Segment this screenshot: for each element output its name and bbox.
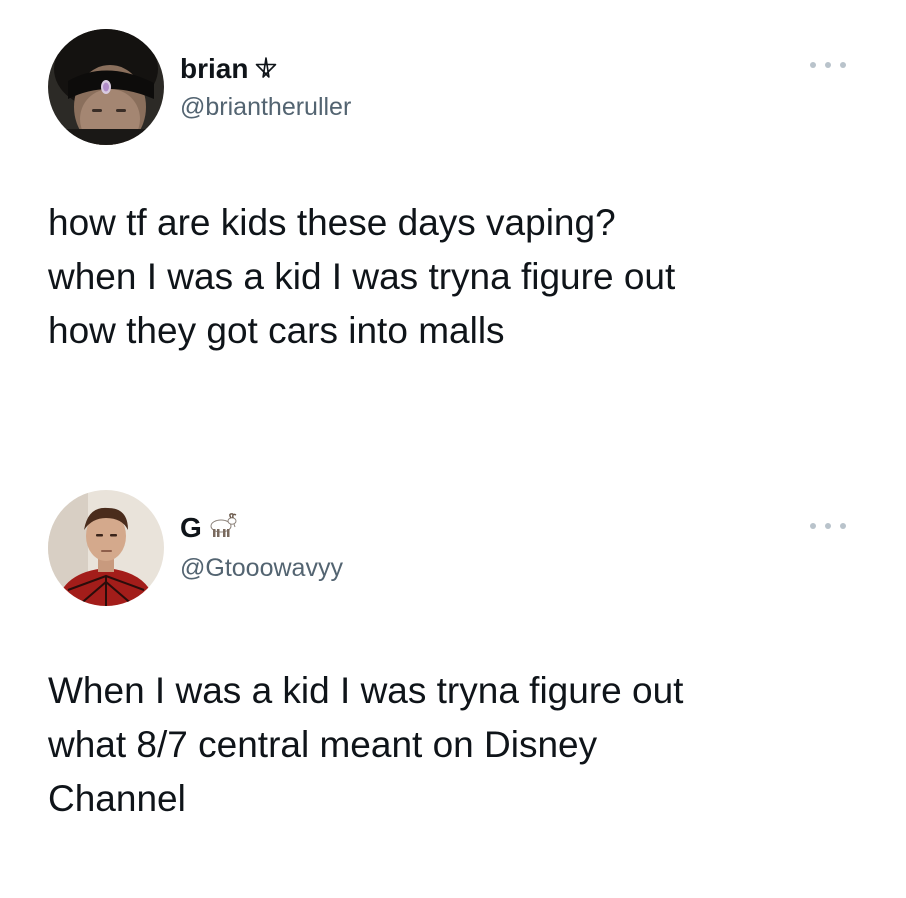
more-dot — [825, 523, 831, 529]
tweet-text-line: When I was a kid I was tryna figure out — [48, 670, 684, 711]
avatar[interactable] — [48, 29, 164, 145]
tweet-text-line: how tf are kids these days vaping? — [48, 202, 616, 243]
display-name-row: brian — [180, 53, 278, 87]
tweet-text-line: what 8/7 central meant on Disney — [48, 724, 598, 765]
more-dot — [810, 523, 816, 529]
tweet-text: When I was a kid I was tryna figure out … — [48, 664, 868, 826]
more-dot — [840, 523, 846, 529]
user-handle[interactable]: @Gtooowavyy — [180, 553, 343, 583]
tweet: G @Gtooowavyy When I was a kid I was try… — [0, 450, 906, 898]
tweet-text-line: Channel — [48, 778, 186, 819]
display-name-row: G — [180, 512, 238, 546]
tweet: brian @briantheruller how tf are kids th… — [0, 0, 906, 450]
display-name[interactable]: brian — [180, 53, 248, 84]
goat-icon — [208, 513, 238, 546]
more-dot — [825, 62, 831, 68]
avatar-image — [48, 29, 164, 145]
more-options-button[interactable] — [810, 55, 846, 75]
user-handle[interactable]: @briantheruller — [180, 92, 351, 122]
more-options-button[interactable] — [810, 516, 846, 536]
tweet-text: how tf are kids these days vaping? when … — [48, 196, 868, 358]
more-dot — [840, 62, 846, 68]
pentagram-icon — [254, 55, 278, 87]
avatar[interactable] — [48, 490, 164, 606]
avatar-image — [48, 490, 164, 606]
display-name[interactable]: G — [180, 512, 202, 543]
tweet-text-line: when I was a kid I was tryna figure out — [48, 256, 676, 297]
tweet-text-line: how they got cars into malls — [48, 310, 505, 351]
more-dot — [810, 62, 816, 68]
